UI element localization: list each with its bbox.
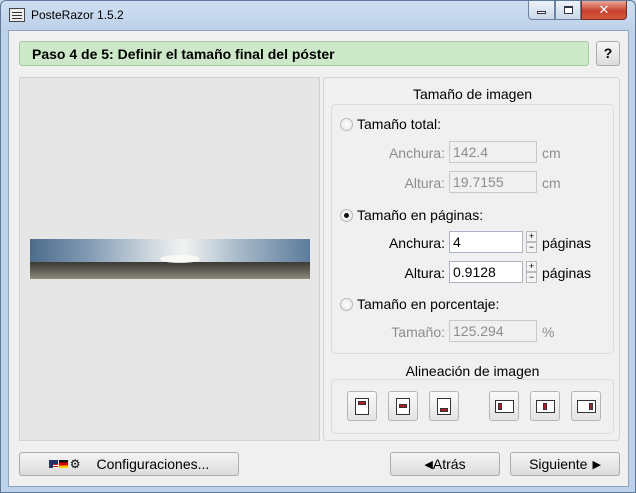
total-height-unit: cm xyxy=(542,175,561,191)
minimize-icon xyxy=(537,11,546,14)
back-button[interactable]: ◀ Atrás xyxy=(390,452,500,476)
align-center-icon xyxy=(536,400,555,413)
total-width-unit: cm xyxy=(542,145,561,161)
close-icon: ✕ xyxy=(598,2,610,18)
align-top-icon xyxy=(355,398,369,415)
image-size-group: Tamaño total: Anchura: 142.4 cm Altura: … xyxy=(331,104,614,354)
align-middle-icon xyxy=(396,398,410,415)
radio-pages-label: Tamaño en páginas: xyxy=(357,207,484,223)
radio-total-indicator[interactable] xyxy=(340,117,353,131)
percent-size-field[interactable]: 125.294 xyxy=(449,320,537,342)
total-width-field[interactable]: 142.4 xyxy=(449,141,537,163)
us-flag-icon xyxy=(48,460,58,468)
back-button-label: Atrás xyxy=(432,456,466,472)
pages-height-spin-down[interactable]: − xyxy=(526,272,537,283)
panorama-beach-image xyxy=(30,239,310,279)
next-button-label: Siguiente xyxy=(529,456,588,472)
align-right-button[interactable] xyxy=(571,391,601,421)
back-arrow-icon: ◀ xyxy=(424,457,433,471)
total-height-label: Altura: xyxy=(404,175,445,191)
radio-pages-indicator[interactable] xyxy=(340,208,353,222)
radio-percent-indicator[interactable] xyxy=(340,297,353,311)
radio-pages-size[interactable]: Tamaño en páginas: xyxy=(340,207,483,223)
pages-width-spin-down[interactable]: − xyxy=(526,242,537,253)
posterazor-app-icon[interactable] xyxy=(9,8,25,22)
minimize-button[interactable] xyxy=(528,1,555,20)
pages-height-stepper[interactable]: + − xyxy=(526,261,537,283)
radio-percent-label: Tamaño en porcentaje: xyxy=(357,296,500,312)
pages-width-stepper[interactable]: + − xyxy=(526,231,537,253)
settings-button-label: Configuraciones... xyxy=(96,456,210,472)
maximize-icon xyxy=(563,6,573,14)
image-alignment-title: Alineación de imagen xyxy=(405,363,540,379)
radio-total-label: Tamaño total: xyxy=(357,116,442,132)
pages-width-field[interactable]: 4 xyxy=(449,231,523,253)
percent-size-unit: % xyxy=(542,324,555,340)
total-height-field[interactable]: 19.7155 xyxy=(449,171,537,193)
align-left-button[interactable] xyxy=(489,391,519,421)
pages-height-field[interactable]: 0.9128 xyxy=(449,261,523,283)
align-top-button[interactable] xyxy=(347,391,377,421)
pages-width-spin-up[interactable]: + xyxy=(526,231,537,242)
maximize-button[interactable] xyxy=(555,1,581,20)
pages-height-unit: páginas xyxy=(542,265,592,281)
next-arrow-icon: ▶ xyxy=(592,457,601,471)
align-middle-button[interactable] xyxy=(388,391,418,421)
image-alignment-group xyxy=(331,379,614,434)
align-bottom-icon xyxy=(437,398,451,415)
align-left-icon xyxy=(495,400,514,413)
germany-flag-icon xyxy=(58,460,68,468)
settings-panel: Tamaño de imagen Tamaño total: Anchura: … xyxy=(323,77,620,441)
pages-height-label: Altura: xyxy=(404,265,445,281)
step-title: Paso 4 de 5: Definir el tamaño final del… xyxy=(19,41,589,66)
settings-icons: ⚙ xyxy=(48,457,81,471)
pages-width-unit: páginas xyxy=(542,235,592,251)
pages-height-spin-up[interactable]: + xyxy=(526,261,537,272)
image-size-title: Tamaño de imagen xyxy=(412,86,533,102)
radio-percent-size[interactable]: Tamaño en porcentaje: xyxy=(340,296,499,312)
poster-preview xyxy=(19,77,320,441)
align-center-button[interactable] xyxy=(530,391,560,421)
percent-size-label: Tamaño: xyxy=(391,324,445,340)
window-title: PosteRazor 1.5.2 xyxy=(31,8,124,22)
title-bar[interactable]: PosteRazor 1.5.2 ✕ xyxy=(1,1,635,29)
align-right-icon xyxy=(577,400,596,413)
align-bottom-button[interactable] xyxy=(429,391,459,421)
app-window: PosteRazor 1.5.2 ✕ Paso 4 de 5: Definir … xyxy=(0,0,636,493)
total-width-label: Anchura: xyxy=(388,145,445,161)
client-area: Paso 4 de 5: Definir el tamaño final del… xyxy=(8,30,629,487)
close-button[interactable]: ✕ xyxy=(581,1,627,20)
help-button[interactable]: ? xyxy=(596,41,620,66)
settings-button[interactable]: ⚙ Configuraciones... xyxy=(19,452,239,476)
next-button[interactable]: Siguiente ▶ xyxy=(510,452,620,476)
gear-icon: ⚙ xyxy=(69,457,81,471)
pages-width-label: Anchura: xyxy=(388,235,445,251)
radio-total-size[interactable]: Tamaño total: xyxy=(340,116,441,132)
